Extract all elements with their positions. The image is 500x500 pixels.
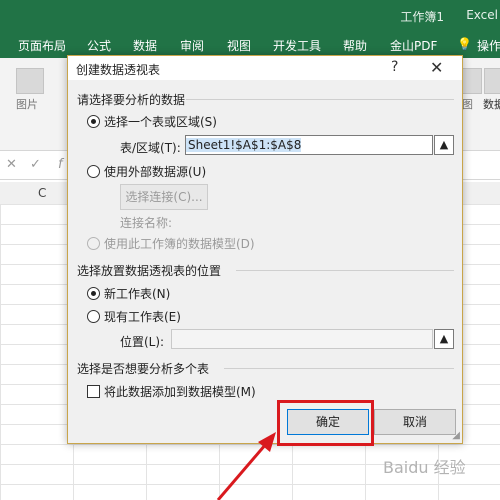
workbook-title: 工作簿1	[400, 10, 444, 24]
radio-new-worksheet-label[interactable]: 新工作表(N)	[104, 285, 170, 302]
data-icon[interactable]	[484, 68, 500, 94]
cancel-button[interactable]: 取消	[374, 409, 456, 435]
radio-data-model[interactable]	[87, 237, 100, 250]
app-title: Excel	[466, 8, 498, 22]
excel-titlebar: 工作簿1 Excel	[0, 0, 500, 32]
radio-external-source[interactable]	[87, 165, 100, 178]
close-icon[interactable]: ✕	[430, 58, 443, 77]
radio-select-range[interactable]	[87, 115, 100, 128]
location-label: 位置(L):	[120, 335, 165, 349]
tab-page-layout[interactable]: 页面布局	[18, 37, 66, 54]
range-label: 表/区域(T):	[120, 141, 181, 155]
radio-new-worksheet[interactable]	[87, 287, 100, 300]
section-data-heading: 请选择要分析的数据	[77, 93, 186, 107]
add-to-data-model-checkbox[interactable]	[87, 385, 100, 398]
location-input[interactable]	[171, 329, 433, 349]
create-pivot-table-dialog: 创建数据透视表 ? ✕ 请选择要分析的数据 选择一个表或区域(S) 表/区域(T…	[67, 55, 463, 444]
picture-label: 图片	[16, 98, 38, 111]
picture-icon[interactable]	[16, 68, 44, 94]
section-place-heading: 选择放置数据透视表的位置	[77, 264, 222, 278]
radio-external-source-label[interactable]: 使用外部数据源(U)	[104, 163, 206, 180]
column-header-c[interactable]: C	[38, 186, 46, 200]
dialog-title: 创建数据透视表	[76, 63, 161, 77]
dialog-titlebar: 创建数据透视表 ? ✕	[68, 56, 462, 80]
tab-view[interactable]: 视图	[227, 37, 251, 54]
section-divider	[224, 368, 454, 369]
section-divider	[236, 270, 454, 271]
section-divider	[186, 99, 454, 100]
radio-existing-worksheet[interactable]	[87, 310, 100, 323]
data-label: 数据	[483, 98, 500, 111]
chart-icon[interactable]	[462, 68, 482, 94]
insert-function-icon[interactable]: f	[58, 157, 63, 172]
resize-grip-icon[interactable]: ◢	[452, 430, 460, 441]
tab-tell-me[interactable]: 操作	[477, 37, 500, 54]
tab-developer[interactable]: 开发工具	[273, 37, 321, 54]
ok-button-highlight	[277, 400, 374, 446]
range-input[interactable]: Sheet1!$A$1:$A$8	[185, 135, 433, 155]
tab-data[interactable]: 数据	[133, 37, 157, 54]
confirm-entry-icon[interactable]: ✓	[30, 157, 41, 172]
range-picker-icon[interactable]: ▲	[434, 135, 454, 155]
cancel-entry-icon[interactable]: ✕	[6, 157, 17, 172]
help-icon[interactable]: ?	[391, 59, 398, 75]
choose-connection-button[interactable]: 选择连接(C)...	[120, 184, 208, 210]
watermark: Baidu 经验	[383, 458, 466, 477]
location-picker-icon[interactable]: ▲	[434, 329, 454, 349]
red-arrow-icon	[216, 432, 276, 500]
tab-formulas[interactable]: 公式	[87, 37, 111, 54]
tab-help[interactable]: 帮助	[343, 37, 367, 54]
radio-select-range-label[interactable]: 选择一个表或区域(S)	[104, 113, 217, 130]
radio-data-model-label[interactable]: 使用此工作簿的数据模型(D)	[104, 235, 255, 252]
section-multi-heading: 选择是否想要分析多个表	[77, 362, 210, 376]
tab-review[interactable]: 审阅	[180, 37, 204, 54]
chart-label: 图	[462, 98, 473, 111]
lightbulb-icon[interactable]: 💡	[457, 37, 472, 51]
connection-name-label: 连接名称:	[120, 216, 173, 230]
radio-existing-worksheet-label[interactable]: 现有工作表(E)	[104, 308, 181, 325]
add-to-data-model-label[interactable]: 将此数据添加到数据模型(M)	[104, 383, 256, 400]
range-input-value: Sheet1!$A$1:$A$8	[186, 138, 302, 152]
tab-kingsoft-pdf[interactable]: 金山PDF	[390, 37, 437, 54]
